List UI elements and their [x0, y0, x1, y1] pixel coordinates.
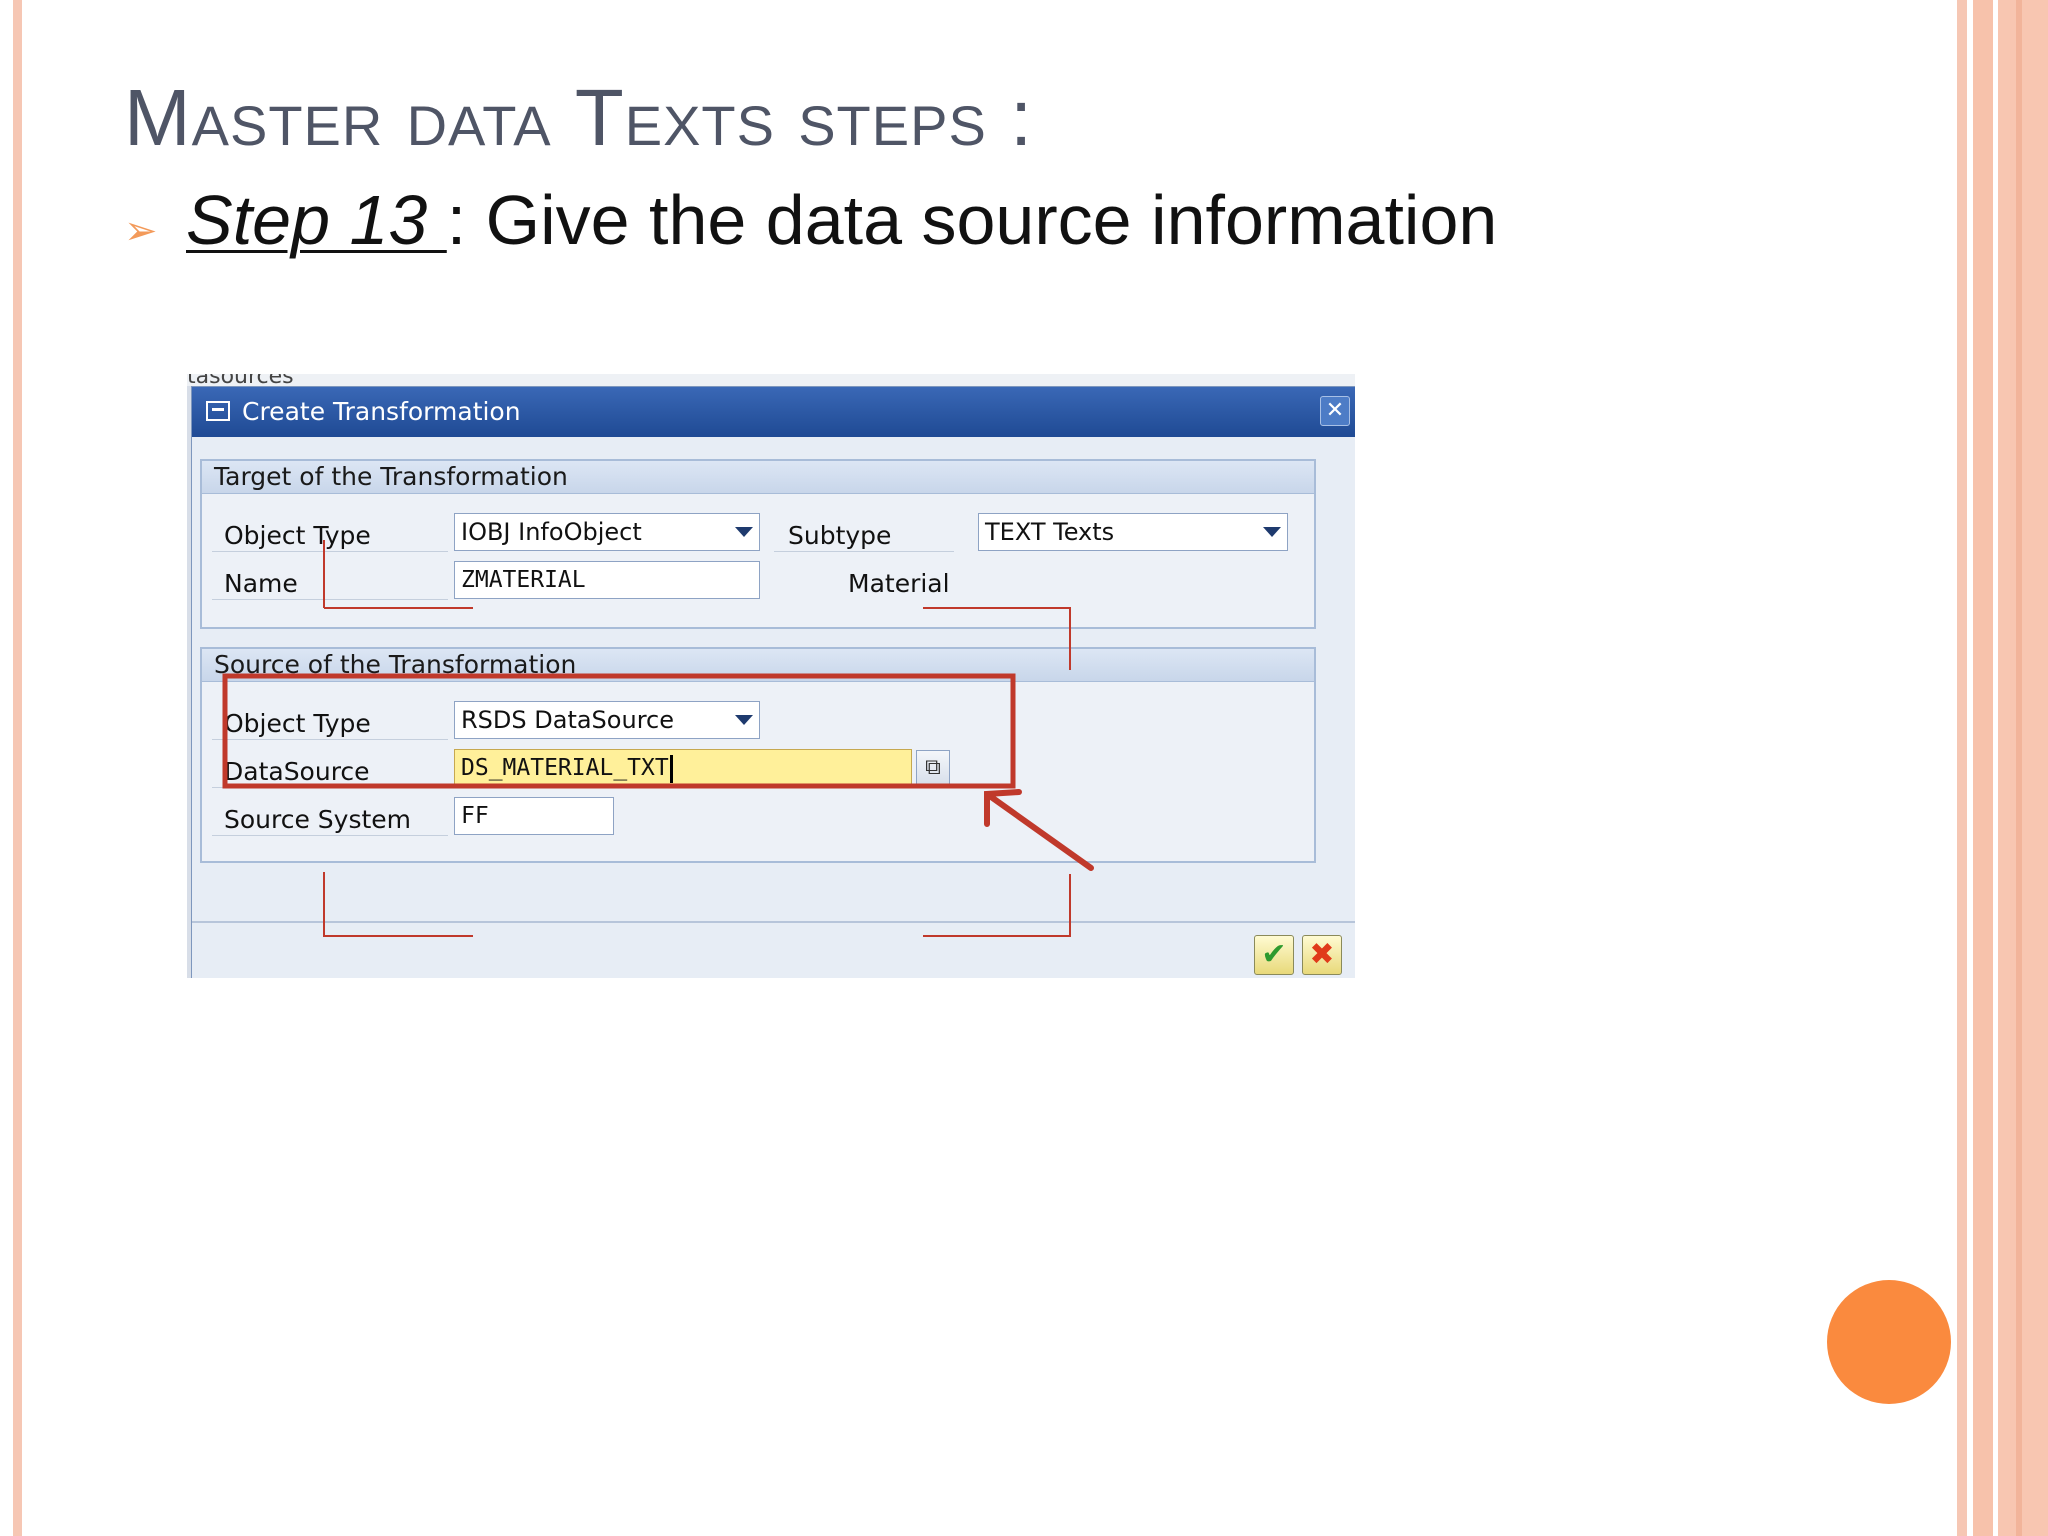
annotation-overlay	[222, 540, 1094, 937]
step-text: Step 13 : Give the data source informati…	[186, 180, 1497, 260]
slide-right-border-stripe	[1973, 0, 1993, 1536]
arrow-bullet-icon: ➢	[124, 209, 158, 253]
pointer-arrow	[984, 789, 1094, 871]
decorative-circle	[1827, 1280, 1951, 1404]
slide-title: Master data Texts steps :	[124, 73, 1034, 162]
slide-left-border	[13, 0, 22, 1536]
slide-right-border-stripe	[1998, 0, 2048, 1536]
step-label: Step 13	[186, 181, 447, 259]
corner-brackets	[323, 540, 1071, 937]
slide-right-border-stripe	[1957, 0, 1967, 1536]
sap-screenshot: tasources Create Transformation ✕ Target…	[187, 374, 1355, 978]
highlight-box	[222, 673, 1016, 789]
step-description: : Give the data source information	[446, 181, 1498, 259]
